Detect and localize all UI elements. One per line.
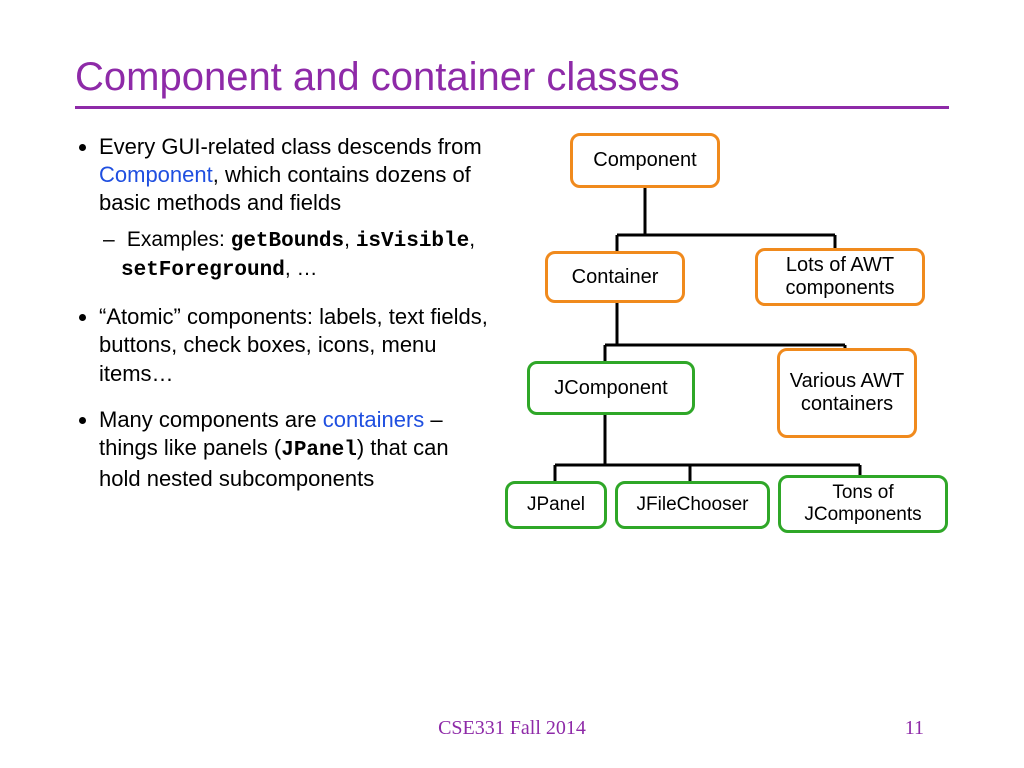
bullet-3-containers: containers	[323, 407, 425, 432]
code-setforeground: setForeground	[121, 259, 285, 282]
slide-title: Component and container classes	[75, 55, 949, 100]
node-jpanel: JPanel	[505, 481, 607, 529]
slide-body: Every GUI-related class descends from Co…	[75, 133, 949, 593]
node-awt-containers: Various AWT containers	[777, 348, 917, 438]
node-jcomponent: JComponent	[527, 361, 695, 415]
code-jpanel: JPanel	[281, 439, 357, 462]
examples-label: Examples:	[127, 228, 231, 251]
slide: Component and container classes Every GU…	[0, 0, 1024, 768]
diagram-column: Component Container Lots of AWT componen…	[515, 133, 949, 593]
node-awt-components: Lots of AWT components	[755, 248, 925, 306]
bullet-1: Every GUI-related class descends from Co…	[99, 133, 495, 285]
node-jfilechooser: JFileChooser	[615, 481, 770, 529]
bullet-2: “Atomic” components: labels, text fields…	[99, 303, 495, 387]
text-column: Every GUI-related class descends from Co…	[75, 133, 495, 593]
bullet-1-sub-item: Examples: getBounds, isVisible, setForeg…	[121, 227, 495, 285]
class-hierarchy-diagram: Component Container Lots of AWT componen…	[515, 133, 945, 593]
page-number: 11	[905, 717, 924, 740]
code-getbounds: getBounds	[231, 230, 344, 253]
bullet-3: Many components are containers – things …	[99, 406, 495, 493]
node-component: Component	[570, 133, 720, 188]
bullet-list: Every GUI-related class descends from Co…	[75, 133, 495, 493]
title-rule	[75, 106, 949, 109]
bullet-1-pre: Every GUI-related class descends from	[99, 134, 482, 159]
bullet-3-pre: Many components are	[99, 407, 323, 432]
bullet-1-sub: Examples: getBounds, isVisible, setForeg…	[99, 227, 495, 285]
bullet-1-component: Component	[99, 162, 213, 187]
footer-text: CSE331 Fall 2014	[0, 717, 1024, 740]
node-tons-jcomponents: Tons of JComponents	[778, 475, 948, 533]
node-container: Container	[545, 251, 685, 303]
examples-post: , …	[285, 257, 318, 280]
code-isvisible: isVisible	[356, 230, 469, 253]
